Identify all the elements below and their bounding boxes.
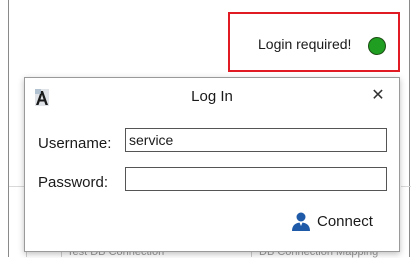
password-input[interactable]: [125, 167, 387, 191]
connect-button[interactable]: Connect: [287, 211, 387, 233]
background-divider: [401, 186, 411, 187]
dialog-title-bar[interactable]: Log In ✕: [25, 78, 399, 114]
username-label: Username:: [38, 135, 112, 152]
user-icon: [292, 212, 310, 231]
password-label: Password:: [38, 174, 109, 191]
status-indicator-icon: [368, 37, 386, 55]
connect-label: Connect: [317, 213, 373, 230]
dialog-title: Log In: [191, 88, 233, 105]
close-icon[interactable]: ✕: [369, 87, 387, 105]
login-dialog: Log In ✕ Username: Password: Connect: [24, 77, 400, 252]
login-status-panel: Login required!: [228, 12, 400, 72]
username-input[interactable]: [125, 128, 387, 152]
login-status-text: Login required!: [258, 36, 352, 52]
